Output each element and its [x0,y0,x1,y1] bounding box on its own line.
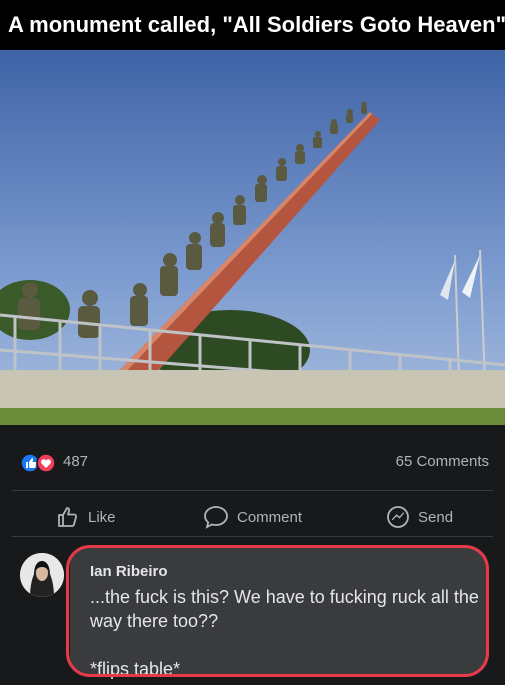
divider-bottom [12,536,493,537]
meme-caption: A monument called, "All Soldiers Goto He… [0,0,505,50]
messenger-icon [387,506,409,528]
monument-photo[interactable] [0,50,505,425]
comment-label: Comment [237,508,303,526]
comment-icon [204,506,228,529]
comment-author[interactable]: Ian Ribeiro [90,563,168,580]
comment-button[interactable]: Comment [203,503,302,531]
like-button[interactable]: Like [56,503,116,531]
monument-image [0,50,505,425]
divider-top [12,490,493,491]
reaction-icons[interactable] [20,453,62,473]
reaction-count[interactable]: 487 [63,453,88,470]
send-label: Send [418,508,454,526]
like-label: Like [88,508,116,526]
reactions-bar: 487 65 Comments [0,440,505,480]
comments-count[interactable]: 65 Comments [396,453,489,470]
thumbs-up-icon [58,507,77,527]
send-button[interactable]: Send [386,503,453,531]
comment: Ian Ribeiro ...the fuck is this? We have… [0,545,505,685]
love-icon [36,453,56,473]
comment-text: ...the fuck is this? We have to fucking … [90,587,479,679]
avatar[interactable] [20,553,64,597]
